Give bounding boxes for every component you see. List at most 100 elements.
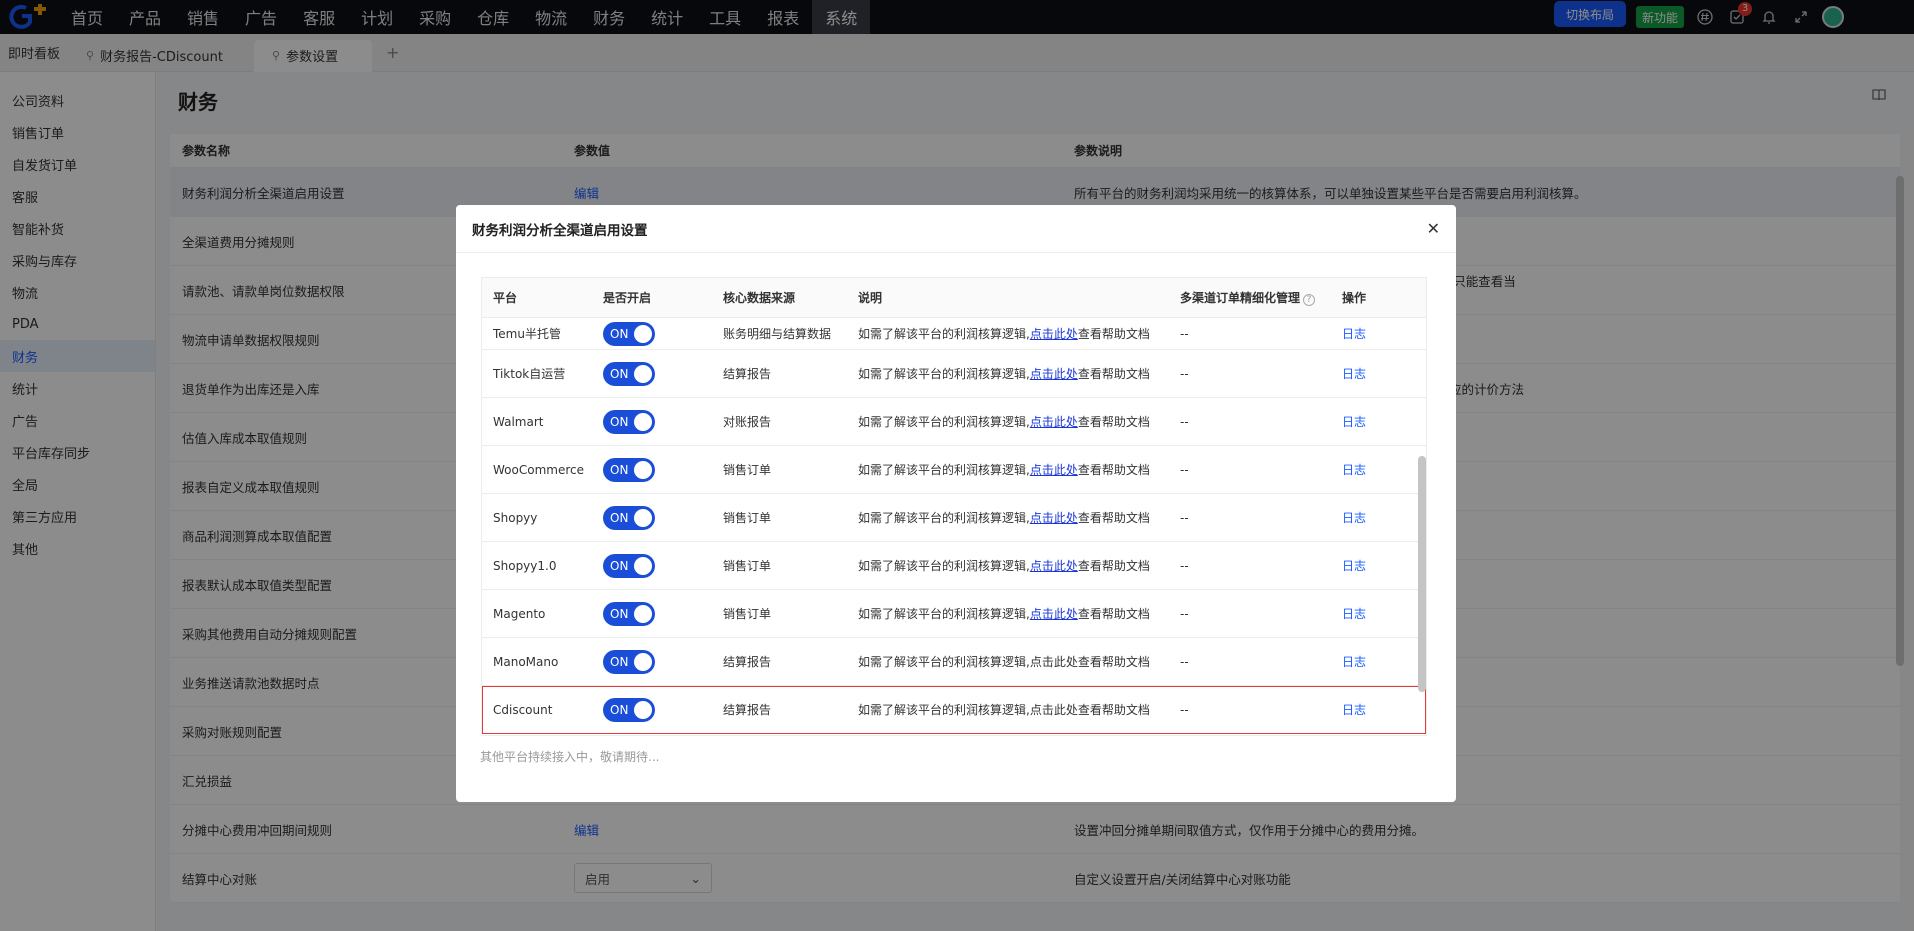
platform-settings-dialog: 财务利润分析全渠道启用设置 ✕ 平台 是否开启 核心数据来源 说明 多渠道订单精… — [456, 205, 1456, 802]
desc-suffix: 查看帮助文档 — [1077, 559, 1150, 573]
table-row[interactable]: Temu半托管 ON 账务明细与结算数据 如需了解该平台的利润核算逻辑,点击此处查看帮… — [482, 318, 1426, 350]
enabled-cell: ON — [598, 457, 718, 482]
header-description: 说明 — [858, 291, 883, 305]
log-link[interactable]: 日志 — [1342, 327, 1366, 341]
table-row[interactable]: Magento ON 销售订单 如需了解该平台的利润核算逻辑,点击此处查看帮助文档 --… — [482, 590, 1426, 638]
dialog-scrollbar[interactable] — [1418, 456, 1426, 692]
enable-toggle[interactable]: ON — [603, 409, 655, 434]
multichannel-value: -- — [1180, 366, 1189, 381]
table-row[interactable]: Shopyy1.0 ON 销售订单 如需了解该平台的利润核算逻辑,点击此处查看帮助文档… — [482, 542, 1426, 590]
log-link[interactable]: 日志 — [1342, 703, 1366, 717]
log-link[interactable]: 日志 — [1342, 511, 1366, 525]
table-row[interactable]: Walmart ON 对账报告 如需了解该平台的利润核算逻辑,点击此处查看帮助文档 --… — [482, 398, 1426, 446]
platform-name: Tiktok自运营 — [493, 367, 566, 381]
action-cell: 日志 — [1342, 461, 1426, 478]
enabled-cell: ON — [598, 409, 718, 434]
enable-toggle[interactable]: ON — [603, 553, 655, 578]
enable-toggle[interactable]: ON — [603, 601, 655, 626]
action-cell: 日志 — [1342, 605, 1426, 622]
description-cell: 如需了解该平台的利润核算逻辑,点击此处查看帮助文档 — [858, 461, 1178, 478]
platform-name: ManoMano — [493, 654, 559, 669]
platform-table-header: 平台 是否开启 核心数据来源 说明 多渠道订单精细化管理? 操作 — [482, 278, 1426, 318]
help-doc-link[interactable]: 点击此处 — [1030, 511, 1078, 525]
desc-suffix: 查看帮助文档 — [1077, 463, 1150, 477]
toggle-knob — [634, 508, 652, 527]
log-link[interactable]: 日志 — [1342, 463, 1366, 477]
multichannel-value: -- — [1180, 654, 1189, 669]
action-cell: 日志 — [1342, 509, 1426, 526]
desc-prefix: 如需了解该平台的利润核算逻辑, — [858, 415, 1030, 429]
multichannel-value: -- — [1180, 510, 1189, 525]
multichannel-value: -- — [1180, 462, 1189, 477]
platform-name: Shopyy1.0 — [493, 558, 557, 573]
enabled-cell: ON — [598, 553, 718, 578]
toggle-label: ON — [610, 702, 629, 717]
platform-table: 平台 是否开启 核心数据来源 说明 多渠道订单精细化管理? 操作 Temu半托管… — [481, 277, 1427, 736]
description-cell: 如需了解该平台的利润核算逻辑,点击此处查看帮助文档 — [858, 605, 1178, 622]
platform-name: Walmart — [493, 414, 544, 429]
header-multichannel: 多渠道订单精细化管理? — [1178, 289, 1342, 306]
enabled-cell: ON — [598, 361, 718, 386]
log-link[interactable]: 日志 — [1342, 367, 1366, 381]
desc-prefix: 如需了解该平台的利润核算逻辑, — [858, 559, 1030, 573]
data-source: 结算报告 — [723, 655, 772, 669]
action-cell: 日志 — [1342, 557, 1426, 574]
data-source: 结算报告 — [723, 367, 772, 381]
dialog-footer-note: 其他平台持续接入中，敬请期待... — [480, 750, 660, 764]
help-doc-link[interactable]: 点击此处 — [1030, 367, 1078, 381]
data-source: 结算报告 — [723, 703, 772, 717]
description-cell: 如需了解该平台的利润核算逻辑,点击此处查看帮助文档 — [858, 509, 1178, 526]
toggle-label: ON — [610, 366, 629, 381]
platform-name: Magento — [493, 606, 546, 621]
enable-toggle[interactable]: ON — [603, 649, 655, 674]
enable-toggle[interactable]: ON — [603, 697, 655, 722]
enable-toggle[interactable]: ON — [603, 505, 655, 530]
help-doc-link[interactable]: 点击此处 — [1030, 415, 1078, 429]
table-row[interactable]: Shopyy ON 销售订单 如需了解该平台的利润核算逻辑,点击此处查看帮助文档 -- 日… — [482, 494, 1426, 542]
toggle-label: ON — [610, 414, 629, 429]
action-cell: 日志 — [1342, 365, 1426, 382]
toggle-knob — [634, 324, 652, 343]
enabled-cell: ON — [598, 601, 718, 626]
close-icon[interactable]: ✕ — [1427, 219, 1440, 238]
desc-prefix: 如需了解该平台的利润核算逻辑, — [858, 607, 1030, 621]
toggle-knob — [634, 652, 652, 671]
log-link[interactable]: 日志 — [1342, 415, 1366, 429]
desc-prefix: 如需了解该平台的利润核算逻辑, — [858, 463, 1030, 477]
help-doc-link[interactable]: 点击此处 — [1030, 463, 1078, 477]
enable-toggle[interactable]: ON — [603, 321, 655, 346]
header-multichannel-label: 多渠道订单精细化管理 — [1180, 291, 1301, 305]
desc-prefix: 如需了解该平台的利润核算逻辑, — [858, 327, 1030, 341]
multichannel-value: -- — [1180, 702, 1189, 717]
multichannel-value: -- — [1180, 326, 1189, 341]
toggle-label: ON — [610, 510, 629, 525]
help-doc-link[interactable]: 点击此处 — [1030, 327, 1078, 341]
table-row[interactable]: Cdiscount ON 结算报告 如需了解该平台的利润核算逻辑,点击此处查看帮助文档… — [482, 686, 1426, 734]
platform-name: Cdiscount — [493, 702, 553, 717]
desc-suffix: 查看帮助文档 — [1077, 367, 1150, 381]
desc-suffix: 查看帮助文档 — [1077, 511, 1150, 525]
toggle-label: ON — [610, 326, 629, 341]
toggle-knob — [634, 412, 652, 431]
table-row[interactable]: WooCommerce ON 销售订单 如需了解该平台的利润核算逻辑,点击此处查看帮助… — [482, 446, 1426, 494]
toggle-knob — [634, 364, 652, 383]
data-source: 销售订单 — [723, 607, 772, 621]
help-icon[interactable]: ? — [1303, 294, 1316, 306]
table-row[interactable]: ManoMano ON 结算报告 如需了解该平台的利润核算逻辑,点击此处查看帮助文档 -… — [482, 638, 1426, 686]
help-doc-link[interactable]: 点击此处 — [1030, 607, 1078, 621]
data-source: 销售订单 — [723, 463, 772, 477]
log-link[interactable]: 日志 — [1342, 607, 1366, 621]
help-doc-link[interactable]: 点击此处 — [1030, 559, 1078, 573]
desc-prefix: 如需了解该平台的利润核算逻辑, — [858, 367, 1030, 381]
table-row[interactable]: Tiktok自运营 ON 结算报告 如需了解该平台的利润核算逻辑,点击此处查看帮助文档… — [482, 350, 1426, 398]
enable-toggle[interactable]: ON — [603, 457, 655, 482]
toggle-knob — [634, 700, 652, 719]
data-source: 对账报告 — [723, 415, 772, 429]
log-link[interactable]: 日志 — [1342, 559, 1366, 573]
action-cell: 日志 — [1342, 413, 1426, 430]
header-data-source: 核心数据来源 — [723, 291, 796, 305]
enabled-cell: ON — [598, 505, 718, 530]
enable-toggle[interactable]: ON — [603, 361, 655, 386]
log-link[interactable]: 日志 — [1342, 655, 1366, 669]
description-cell: 如需了解该平台的利润核算逻辑,点击此处查看帮助文档 — [858, 703, 1150, 717]
